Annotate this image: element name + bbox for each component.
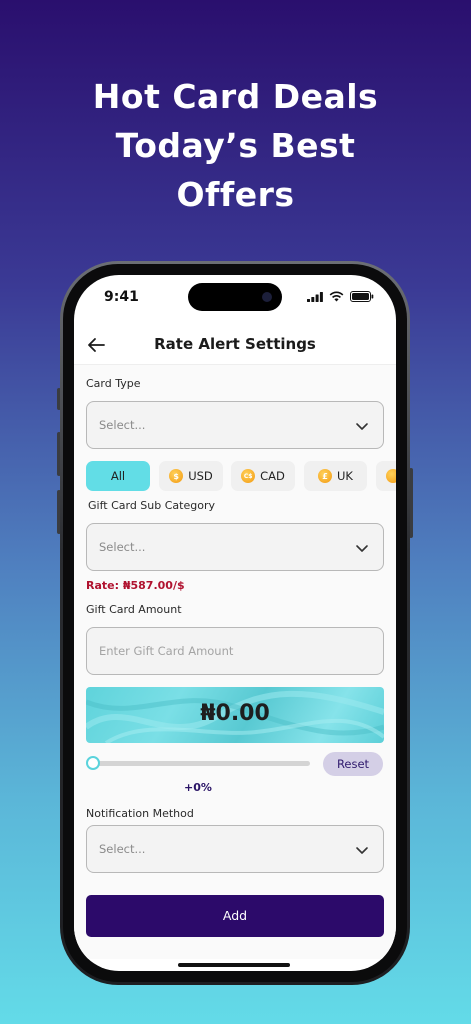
rate-text: Rate: ₦587.00/$ xyxy=(86,579,185,592)
dollar-coin-icon: $ xyxy=(169,469,184,483)
amount-display: ₦0.00 xyxy=(86,687,384,743)
sub-category-label: Gift Card Sub Category xyxy=(88,499,215,512)
notification-method-select[interactable]: Select... xyxy=(86,825,384,873)
coin-icon xyxy=(386,469,396,483)
chevron-down-icon xyxy=(356,847,368,854)
sub-category-select[interactable]: Select... xyxy=(86,523,384,571)
chip-usd-label: USD xyxy=(188,469,213,483)
chevron-down-icon xyxy=(356,545,368,552)
rate-slider-track[interactable] xyxy=(92,761,310,766)
status-time: 9:41 xyxy=(104,289,139,305)
notification-method-placeholder: Select... xyxy=(99,842,146,856)
chip-more-partial[interactable] xyxy=(376,461,396,491)
home-indicator xyxy=(178,963,290,967)
slider-percent: +0% xyxy=(184,781,212,794)
currency-chip-row: All $ USD C$ CAD £ UK xyxy=(86,461,396,491)
add-button[interactable]: Add xyxy=(86,895,384,937)
phone-screen: 9:41 Rate Alert Settings Card Type Selec… xyxy=(74,275,396,971)
promo-headline: Hot Card Deals Today’s Best Offers xyxy=(0,72,471,219)
chip-usd[interactable]: $ USD xyxy=(159,461,223,491)
card-type-select[interactable]: Select... xyxy=(86,401,384,449)
chip-all[interactable]: All xyxy=(86,461,150,491)
gift-card-amount-label: Gift Card Amount xyxy=(86,603,182,616)
front-camera-icon xyxy=(262,292,272,302)
phone-frame: 9:41 Rate Alert Settings Card Type Selec… xyxy=(60,261,410,985)
notification-method-label: Notification Method xyxy=(86,807,194,820)
status-icons xyxy=(307,291,374,302)
card-type-label: Card Type xyxy=(86,377,141,390)
amount-value: ₦0.00 xyxy=(200,701,270,726)
chevron-down-icon xyxy=(356,423,368,430)
gift-card-amount-placeholder: Enter Gift Card Amount xyxy=(99,644,234,658)
gift-card-amount-input[interactable]: Enter Gift Card Amount xyxy=(86,627,384,675)
wifi-icon xyxy=(329,291,344,302)
chip-uk-label: UK xyxy=(337,469,353,483)
headline-line-3: Offers xyxy=(176,175,295,214)
reset-button[interactable]: Reset xyxy=(323,752,383,776)
chip-cad-label: CAD xyxy=(260,469,285,483)
headline-line-1: Hot Card Deals xyxy=(92,77,379,116)
sub-category-placeholder: Select... xyxy=(99,540,146,554)
chip-cad[interactable]: C$ CAD xyxy=(231,461,295,491)
page-title: Rate Alert Settings xyxy=(154,335,316,353)
chip-uk[interactable]: £ UK xyxy=(304,461,367,491)
cad-coin-icon: C$ xyxy=(241,469,256,483)
form-content: Card Type Select... All $ USD C$ CAD £ U… xyxy=(74,365,396,959)
phone-bezel: 9:41 Rate Alert Settings Card Type Selec… xyxy=(63,264,407,982)
chip-all-label: All xyxy=(110,469,126,483)
card-type-placeholder: Select... xyxy=(99,418,146,432)
pound-coin-icon: £ xyxy=(318,469,333,483)
cellular-signal-icon xyxy=(307,291,323,302)
battery-icon xyxy=(350,291,374,302)
status-bar: 9:41 xyxy=(74,275,396,319)
dynamic-island xyxy=(188,283,282,311)
headline-line-2: Today’s Best xyxy=(115,126,356,165)
rate-slider-thumb[interactable] xyxy=(86,756,100,770)
top-nav: Rate Alert Settings xyxy=(74,325,396,365)
